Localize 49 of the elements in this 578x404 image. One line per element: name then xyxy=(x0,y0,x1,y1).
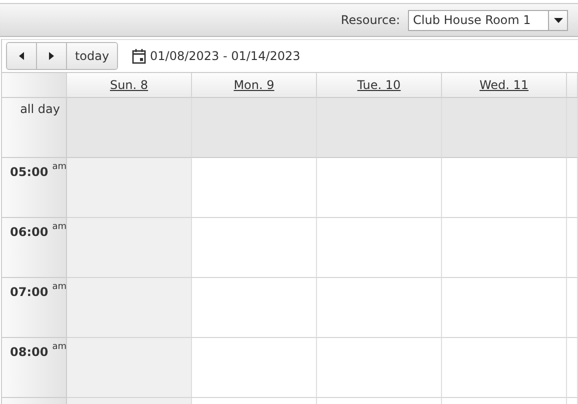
time-slot[interactable] xyxy=(317,278,442,338)
next-button[interactable] xyxy=(37,43,67,69)
date-range: 01/08/2023 - 01/14/2023 xyxy=(150,49,300,63)
hour-label: 05:00 xyxy=(10,165,48,179)
meridiem-label: am xyxy=(52,222,66,232)
time-slot[interactable] xyxy=(67,338,192,398)
today-button[interactable]: today xyxy=(67,43,117,69)
time-slot[interactable] xyxy=(67,218,192,278)
time-slot[interactable] xyxy=(67,158,192,218)
time-slot[interactable] xyxy=(317,338,442,398)
time-slot[interactable] xyxy=(317,218,442,278)
day-header-link[interactable]: Wed. 11 xyxy=(479,78,529,92)
all-day-label: all day xyxy=(20,102,60,116)
time-slot[interactable] xyxy=(567,158,578,218)
hour-label: 06:00 xyxy=(10,225,48,239)
time-slot[interactable] xyxy=(567,218,578,278)
all-day-cell[interactable] xyxy=(567,98,578,158)
all-day-cell[interactable] xyxy=(192,98,317,158)
time-slot[interactable] xyxy=(442,218,567,278)
meridiem-label: am xyxy=(52,162,66,172)
time-slot[interactable] xyxy=(192,278,317,338)
hour-label: 07:00 xyxy=(10,285,48,299)
time-slot[interactable] xyxy=(192,218,317,278)
all-day-cell[interactable] xyxy=(317,98,442,158)
resource-label: Resource: xyxy=(340,13,400,27)
time-slot[interactable] xyxy=(567,278,578,338)
left-triangle-icon xyxy=(19,52,24,60)
time-slot[interactable] xyxy=(442,158,567,218)
hour-label: 08:00 xyxy=(10,345,48,359)
time-slot[interactable] xyxy=(567,338,578,398)
time-slot[interactable] xyxy=(317,158,442,218)
all-day-cell[interactable] xyxy=(67,98,192,158)
resource-dropdown[interactable]: Club House Room 1 xyxy=(408,10,568,30)
time-slot[interactable] xyxy=(67,398,192,404)
previous-button[interactable] xyxy=(7,43,37,69)
time-slot[interactable] xyxy=(442,338,567,398)
all-day-cell[interactable] xyxy=(442,98,567,158)
time-slot[interactable] xyxy=(192,158,317,218)
calendar-icon[interactable] xyxy=(132,48,146,64)
right-triangle-icon xyxy=(49,52,54,60)
time-slot[interactable] xyxy=(192,338,317,398)
time-slot[interactable] xyxy=(442,278,567,338)
meridiem-label: am xyxy=(52,342,66,352)
caret-icon xyxy=(554,18,562,22)
time-slot[interactable] xyxy=(67,278,192,338)
day-header-link[interactable]: Sun. 8 xyxy=(110,78,148,92)
day-header-link[interactable]: Tue. 10 xyxy=(357,78,401,92)
meridiem-label: am xyxy=(52,282,66,292)
day-header-link[interactable]: Mon. 9 xyxy=(234,78,274,92)
